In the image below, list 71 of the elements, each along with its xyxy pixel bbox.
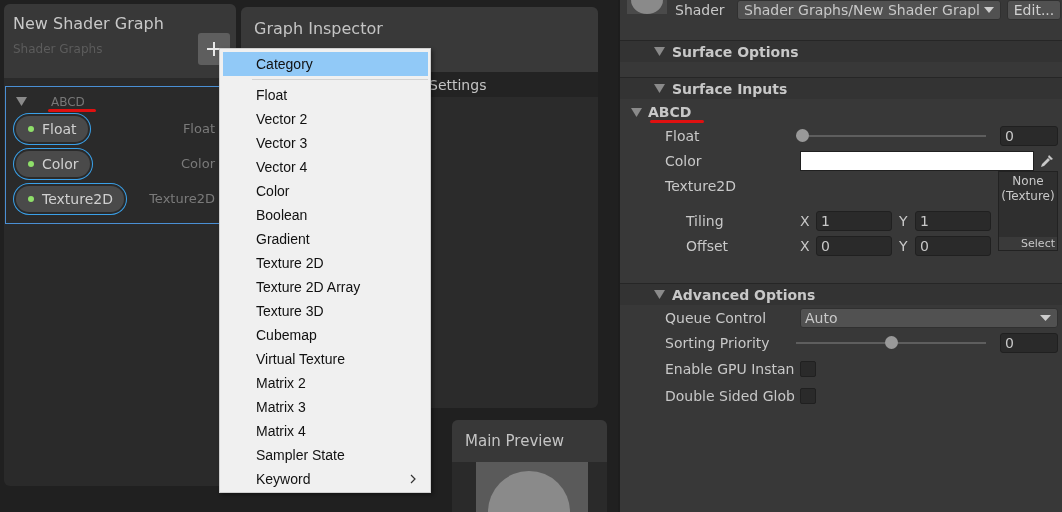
section-header[interactable]: Surface Options [620,41,1062,62]
section-header[interactable]: Advanced Options [620,284,1062,305]
dot-icon [28,195,34,202]
number-field[interactable]: 0 [1000,125,1058,146]
property-label: Sorting Priority [664,334,771,351]
checkbox[interactable] [800,387,816,404]
menu-item[interactable]: Texture 2D Array [223,275,428,299]
foldout-arrow-icon [654,47,665,56]
slider-handle[interactable] [796,129,809,142]
property-type: Color [181,156,215,171]
queue-dropdown[interactable]: Auto [800,307,1058,328]
menu-item[interactable]: Virtual Texture [223,347,428,371]
number-field[interactable]: 1 [816,210,892,231]
number-field[interactable]: 1 [915,210,991,231]
property-label: Float [664,127,701,144]
axis-label: Y [899,212,909,229]
main-preview-title: Main Preview [465,432,564,450]
foldout-arrow-icon [654,84,665,93]
menu-item[interactable]: Gradient [223,227,428,251]
category-name: ABCD [648,104,692,120]
property-type: Texture2D [149,191,215,206]
menu-item[interactable]: Matrix 4 [223,419,428,443]
shader-label: Shader [675,2,726,18]
texture-slot-text: None (Texture) [1000,173,1056,204]
property-label: Enable GPU Instan [664,360,796,377]
property-label: Tiling [685,212,725,229]
eyedropper-icon[interactable] [1040,153,1054,168]
menu-item[interactable]: Keyword [223,467,428,491]
property-label: Color [664,152,703,169]
property-type: Float [182,121,215,136]
category-name: ABCD [51,95,85,109]
dropdown-arrow-icon [1040,314,1051,321]
number-field[interactable]: 0 [1000,332,1058,353]
color-field[interactable] [800,150,1034,171]
axis-label: X [800,237,811,254]
number-field[interactable]: 0 [915,235,991,256]
menu-item[interactable]: Matrix 2 [223,371,428,395]
property-label: Queue Control [664,309,768,326]
foldout-arrow-icon[interactable] [16,97,27,107]
edit-button[interactable]: Edit... [1007,0,1061,20]
axis-label: Y [899,237,909,254]
property-label: Texture2D [664,177,737,194]
shader-dropdown[interactable]: Shader Graphs/New Shader Grapl [737,0,1001,20]
slider-handle[interactable] [884,336,898,349]
blackboard-title: New Shader Graph [13,14,164,33]
property-label: Double Sided Glob [664,387,796,404]
menu-item[interactable]: Category [223,52,428,76]
dropdown-arrow-icon [984,7,994,13]
menu-item[interactable]: Sampler State [223,443,428,467]
number-field[interactable]: 0 [816,235,892,256]
annotation-underline [650,120,704,123]
settings-tab[interactable]: Settings [429,76,487,93]
menu-item[interactable]: Cubemap [223,323,428,347]
foldout-arrow-icon[interactable] [631,107,642,117]
checkbox[interactable] [800,360,816,377]
select-button[interactable]: Select [999,237,1057,250]
texture-slot[interactable]: None (Texture) Select [998,171,1058,251]
property-label: Offset [685,237,730,254]
dot-icon [28,160,34,167]
annotation-underline [48,109,96,112]
property-pill[interactable]: Texture2D [16,185,124,212]
section-header[interactable]: Surface Inputs [620,78,1062,99]
foldout-arrow-icon [654,290,665,299]
dot-icon [28,125,34,132]
graph-inspector-title: Graph Inspector [254,19,383,38]
menu-item[interactable]: Texture 2D [223,251,428,275]
property-pill[interactable]: Float [16,115,88,142]
menu-item[interactable]: Texture 3D [223,299,428,323]
property-pill[interactable]: Color [16,150,90,177]
menu-item[interactable]: Matrix 3 [223,395,428,419]
axis-label: X [800,212,811,229]
